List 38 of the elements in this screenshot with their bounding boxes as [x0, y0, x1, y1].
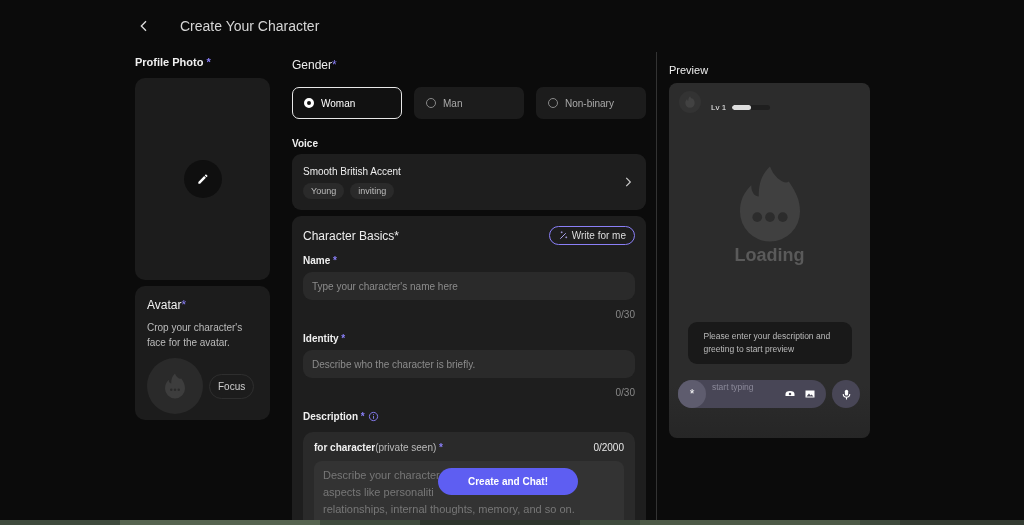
gender-option[interactable]: Non-binary	[536, 87, 646, 119]
field-label: Name *	[303, 255, 338, 266]
microphone-button[interactable]	[832, 380, 860, 408]
voice-label: Voice	[292, 138, 319, 149]
section-title: Character Basics*	[303, 228, 400, 243]
info-icon	[367, 411, 379, 422]
image-icon	[804, 388, 816, 400]
level-label: Lv 1	[711, 103, 727, 112]
character-counter: 0/30	[614, 309, 635, 321]
preview-title: Preview	[669, 64, 710, 76]
description-label: Description *	[303, 411, 365, 422]
star-button[interactable]: *	[678, 380, 706, 408]
voice-tag: Young	[303, 182, 345, 199]
avatar-hint: Crop your character's face for the avatar.	[147, 321, 244, 350]
gender-label: Gender*	[292, 58, 338, 72]
placeholder-text: aspects like personaliti	[323, 485, 434, 500]
pencil-icon	[195, 172, 210, 186]
gender-option[interactable]: Woman	[292, 87, 402, 119]
level-bar	[732, 105, 771, 110]
field-label: Identity *	[303, 333, 347, 344]
preview-notice: Please enter your description and greeting to start preview	[687, 322, 852, 364]
private-description-label: for character(private seen) *	[314, 442, 443, 453]
placeholder-text: relationships, internal thoughts, memory, and so on.	[323, 502, 575, 517]
character-counter: 0/30	[614, 387, 635, 399]
create-and-chat-button[interactable]: Create and Chat!	[438, 468, 578, 495]
gender-option[interactable]: Man	[414, 87, 524, 119]
text-field[interactable]: Describe who the character is briefly.	[303, 350, 635, 378]
profile-photo-label: Profile Photo *	[135, 55, 212, 70]
voice-name: Smooth British Accent	[303, 165, 401, 177]
magic-wand-icon	[557, 230, 569, 241]
character-counter: 0/2000	[593, 442, 624, 453]
voice-selector[interactable]: Smooth British Accent Young inviting	[292, 154, 646, 210]
page-title: Create Your Character	[180, 18, 320, 34]
text-field[interactable]: Type your character's name here	[303, 272, 635, 300]
voice-tag: inviting	[350, 182, 395, 199]
message-field[interactable]: * start typing	[678, 380, 826, 408]
avatar-label: Avatar*	[147, 298, 188, 312]
edit-photo-button[interactable]	[183, 160, 222, 198]
